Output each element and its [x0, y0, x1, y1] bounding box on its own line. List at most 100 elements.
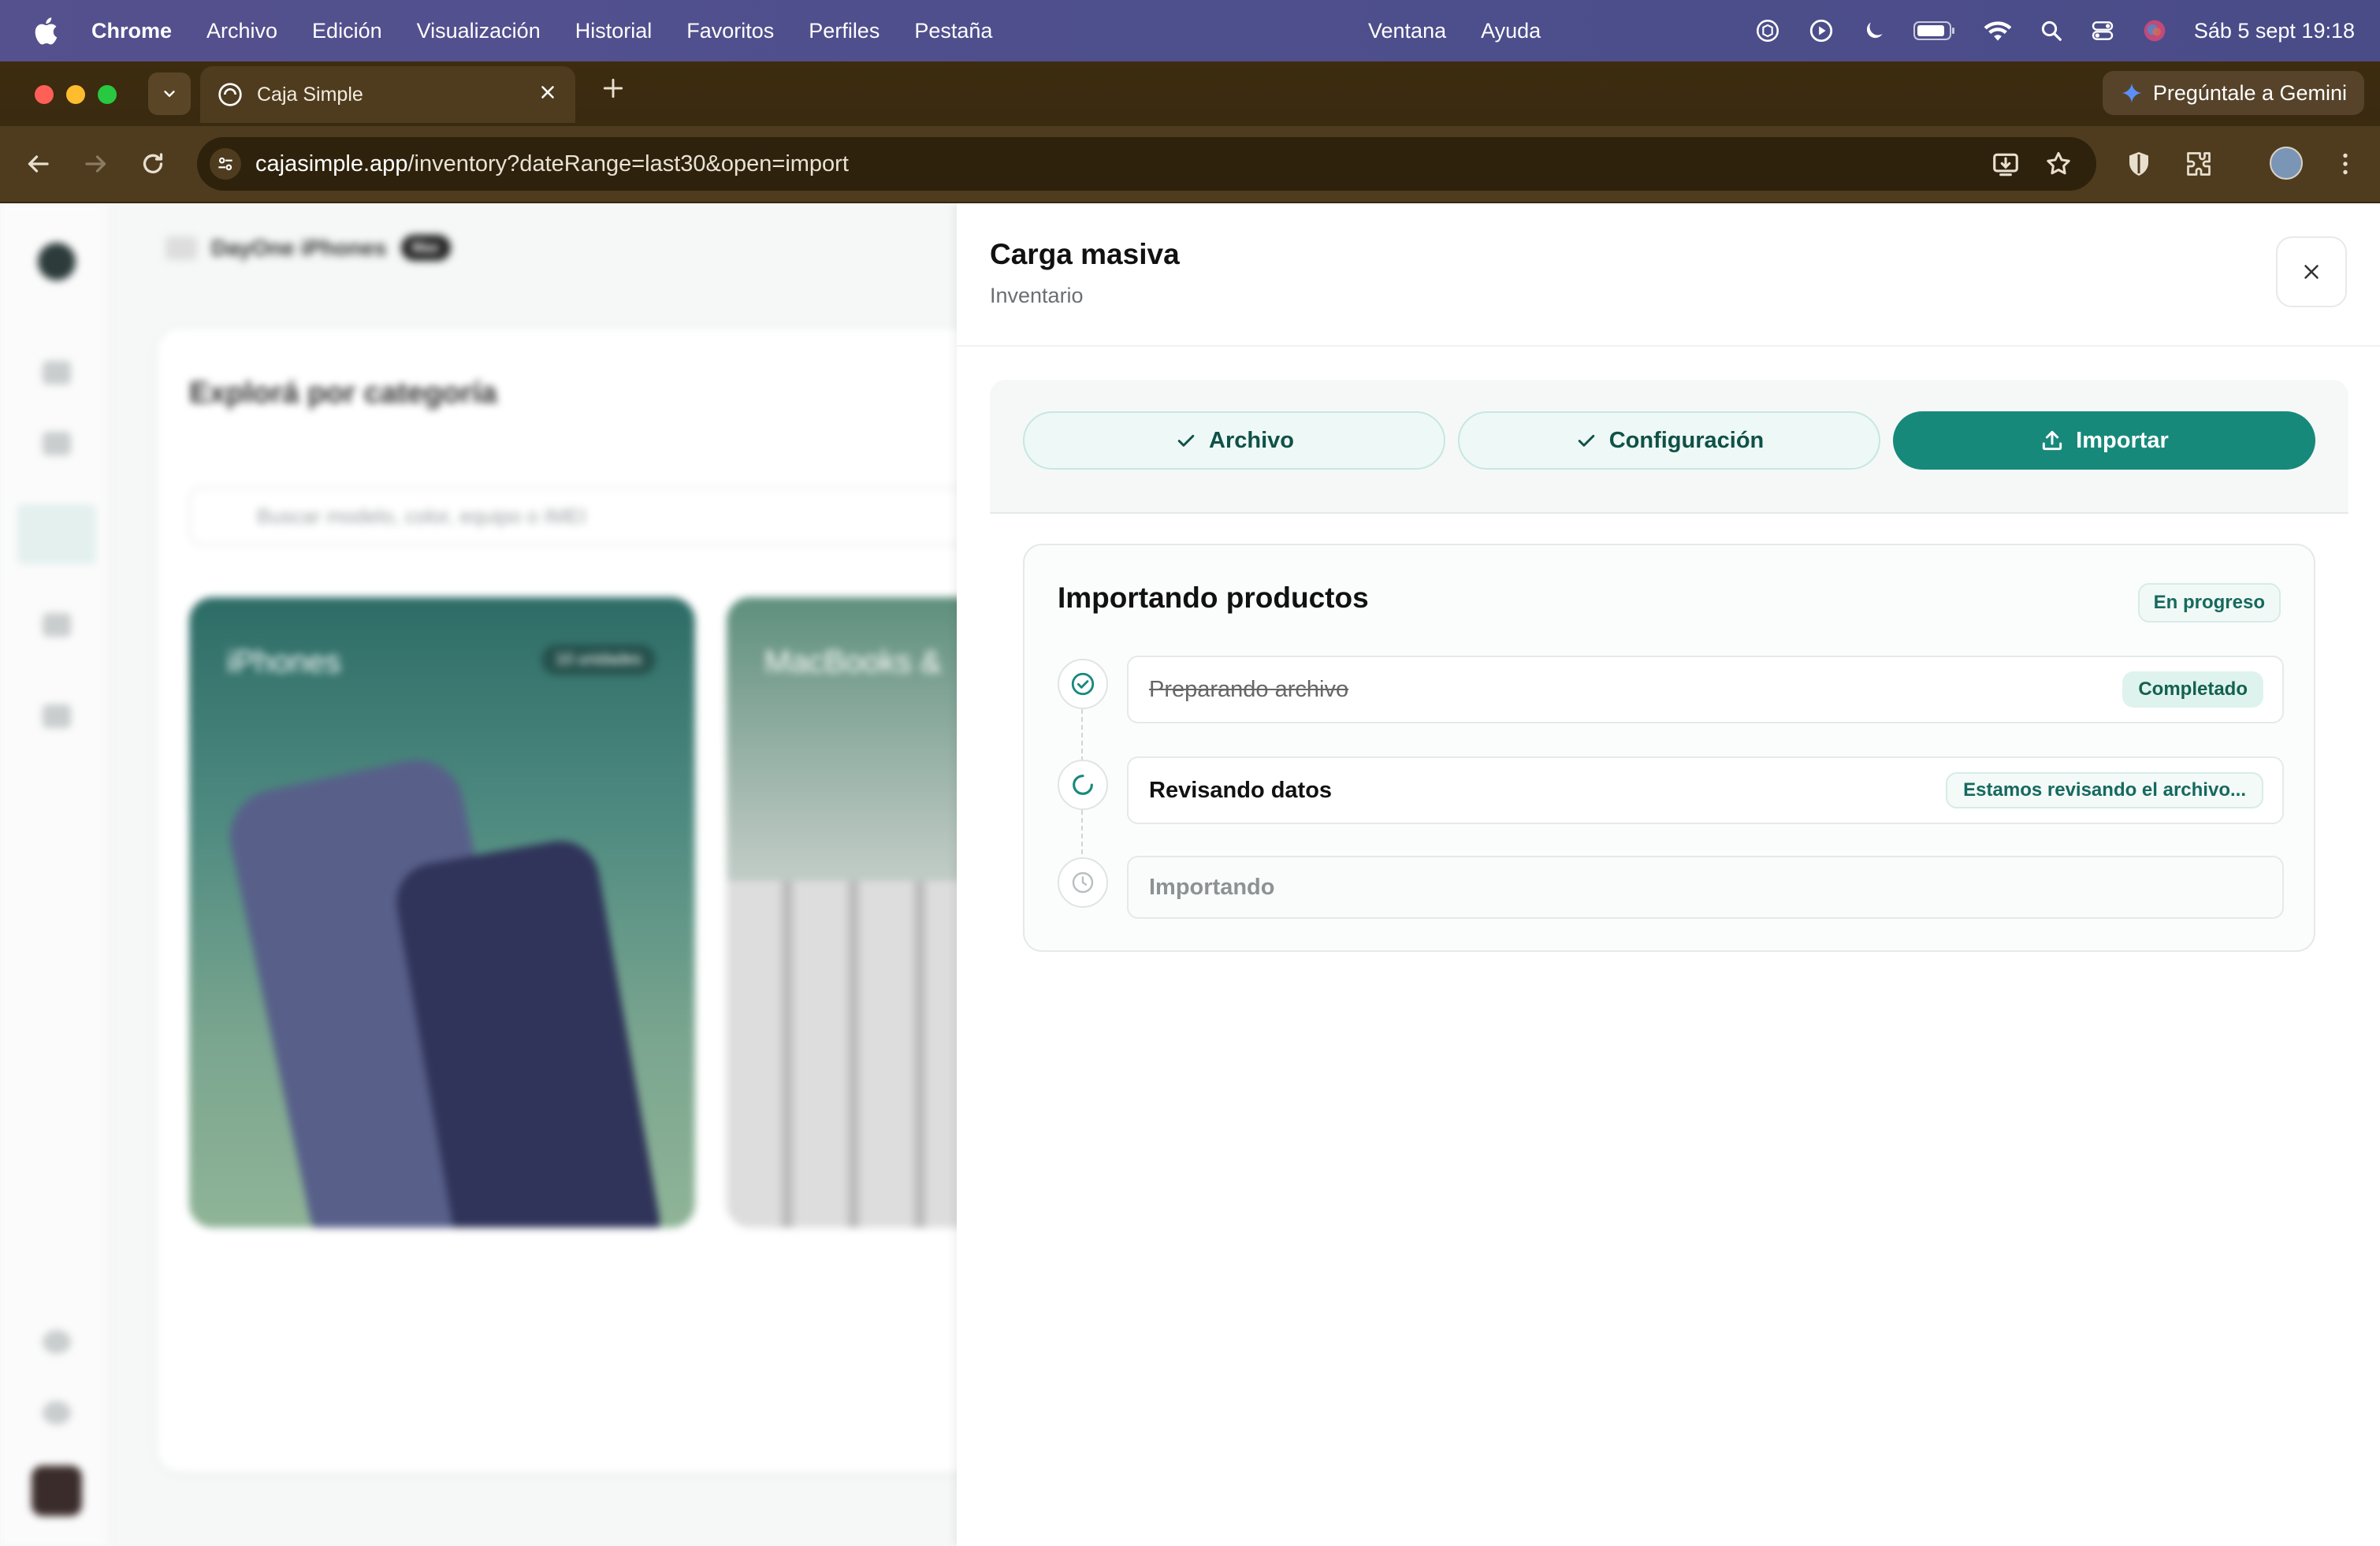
profile-avatar[interactable]: [2270, 147, 2303, 180]
clock-icon: [1072, 871, 1094, 894]
bookmark-star-icon[interactable]: [2044, 150, 2073, 178]
menu-historial[interactable]: Historial: [575, 19, 653, 43]
address-bar[interactable]: cajasimple.app/inventory?dateRange=last3…: [197, 137, 2096, 191]
background-app: DayOne iPhones Max Explorá por categoría…: [0, 203, 1199, 1546]
battery-icon[interactable]: [1913, 20, 1956, 42]
close-drawer-button[interactable]: [2276, 236, 2347, 307]
status-badge: En progreso: [2137, 583, 2281, 622]
plan-badge: Max: [400, 235, 451, 261]
task-badge: Estamos revisando el archivo...: [1946, 772, 2263, 808]
task-row-importando: Importando: [1127, 856, 2284, 919]
import-title: Importando productos: [1058, 582, 1369, 614]
site-info-button[interactable]: [210, 148, 241, 180]
apple-icon[interactable]: [32, 15, 58, 46]
category-browser: Explorá por categoría Buscar modelo, col…: [158, 329, 1199, 1472]
spotlight-search-icon[interactable]: [2040, 19, 2063, 43]
sidebar-inventory-icon[interactable]: [17, 504, 96, 564]
menu-ayuda[interactable]: Ayuda: [1481, 19, 1541, 43]
url-host: cajasimple.app: [255, 151, 408, 177]
control-center-icon[interactable]: [2090, 18, 2115, 43]
forward-arrow-icon[interactable]: [82, 150, 110, 178]
import-steps: Archivo Configuración Importar: [990, 380, 2348, 514]
moon-icon[interactable]: [1861, 18, 1887, 43]
play-circle-icon[interactable]: [1808, 17, 1835, 44]
browser-tab[interactable]: Caja Simple: [200, 66, 575, 123]
menu-archivo[interactable]: Archivo: [206, 19, 277, 43]
sidebar-calendar-icon[interactable]: [43, 613, 71, 637]
chatgpt-icon[interactable]: [1754, 17, 1781, 44]
tab-search-button[interactable]: [148, 72, 191, 115]
extensions-puzzle-icon[interactable]: [2185, 150, 2213, 178]
import-progress-card: Importando productos En progreso Prepara…: [1023, 544, 2315, 952]
tune-icon: [218, 157, 232, 171]
sidebar-chart-icon[interactable]: [43, 361, 71, 385]
sidebar-settings-icon[interactable]: [43, 1330, 71, 1354]
url-text[interactable]: cajasimple.app/inventory?dateRange=last3…: [255, 151, 849, 177]
chevron-down-icon: [164, 91, 175, 97]
app-sidebar: [0, 203, 110, 1546]
site-favicon-icon: [218, 83, 242, 106]
window-minimize-button[interactable]: [66, 85, 85, 104]
back-arrow-icon[interactable]: [24, 150, 52, 178]
menu-pestana[interactable]: Pestaña: [914, 19, 992, 43]
gemini-button[interactable]: Pregúntale a Gemini: [2102, 71, 2364, 115]
menu-app-name[interactable]: Chrome: [91, 19, 172, 43]
menu-visualizacion[interactable]: Visualización: [417, 19, 541, 43]
step-configuracion[interactable]: Configuración: [1458, 411, 1880, 470]
sidebar-help-icon[interactable]: [43, 1401, 71, 1425]
menubar-datetime[interactable]: Sáb 5 sept 19:18: [2194, 19, 2355, 43]
category-label: MacBooks &: [764, 645, 942, 679]
reload-icon[interactable]: [139, 150, 167, 178]
spinner-icon: [1073, 775, 1093, 795]
step-label: Importar: [2076, 427, 2169, 453]
window-zoom-button[interactable]: [98, 85, 117, 104]
page-content: DayOne iPhones Max Explorá por categoría…: [0, 203, 2380, 1546]
tab-title: Caja Simple: [257, 83, 363, 106]
install-app-icon[interactable]: [1991, 150, 2021, 180]
url-path: /inventory?dateRange=last30&open=import: [407, 151, 849, 177]
drawer-title: Carga masiva: [990, 238, 1180, 270]
sidebar-trend-icon[interactable]: [43, 432, 71, 455]
category-tile-iphones[interactable]: iPhones 10 unidades: [189, 597, 695, 1228]
store-switcher[interactable]: DayOne iPhones Max: [165, 235, 451, 261]
step-importar[interactable]: Importar: [1893, 411, 2315, 470]
menu-perfiles[interactable]: Perfiles: [809, 19, 879, 43]
siri-icon[interactable]: [2142, 18, 2167, 43]
check-icon: [1177, 434, 1195, 447]
close-icon: [2304, 265, 2319, 279]
task-status-icon: [1058, 659, 1108, 709]
section-title: Explorá por categoría: [189, 377, 497, 410]
user-avatar[interactable]: [32, 1466, 82, 1516]
app-logo: [38, 243, 76, 281]
category-label: iPhones: [227, 645, 341, 679]
check-icon: [1578, 434, 1594, 447]
store-name: DayOne iPhones: [211, 235, 387, 260]
menu-ventana[interactable]: Ventana: [1368, 19, 1446, 43]
menu-favoritos[interactable]: Favoritos: [686, 19, 774, 43]
task-label: Importando: [1149, 874, 1275, 900]
check-circle-icon: [1071, 672, 1095, 696]
shield-extension-icon[interactable]: [2125, 150, 2153, 178]
step-label: Archivo: [1209, 427, 1294, 453]
task-row-revisando: Revisando datos Estamos revisando el arc…: [1127, 756, 2284, 824]
new-tab-icon[interactable]: [601, 76, 626, 101]
wifi-icon[interactable]: [1983, 19, 2013, 43]
gemini-label: Pregúntale a Gemini: [2152, 80, 2347, 105]
menu-edicion[interactable]: Edición: [312, 19, 382, 43]
tab-close-icon[interactable]: [537, 82, 558, 102]
task-label: Revisando datos: [1149, 777, 1333, 803]
header-divider: [957, 345, 2380, 347]
gemini-sparkle-icon: [2122, 83, 2142, 103]
window-close-button[interactable]: [35, 85, 54, 104]
drawer-subtitle: Inventario: [990, 284, 1084, 307]
sidebar-users-icon[interactable]: [43, 704, 71, 728]
timeline-connector: [1081, 810, 1083, 862]
upload-icon: [2043, 430, 2062, 451]
timeline-connector: [1081, 709, 1083, 761]
product-search-input[interactable]: Buscar modelo, color, equipo o IMEI: [189, 487, 1056, 545]
macos-menu-bar: Chrome Archivo Edición Visualización His…: [0, 0, 2380, 61]
store-logo: [165, 236, 197, 260]
more-menu-icon[interactable]: [2331, 150, 2360, 178]
task-row-preparando: Preparando archivo Completado: [1127, 656, 2284, 723]
step-archivo[interactable]: Archivo: [1023, 411, 1445, 470]
